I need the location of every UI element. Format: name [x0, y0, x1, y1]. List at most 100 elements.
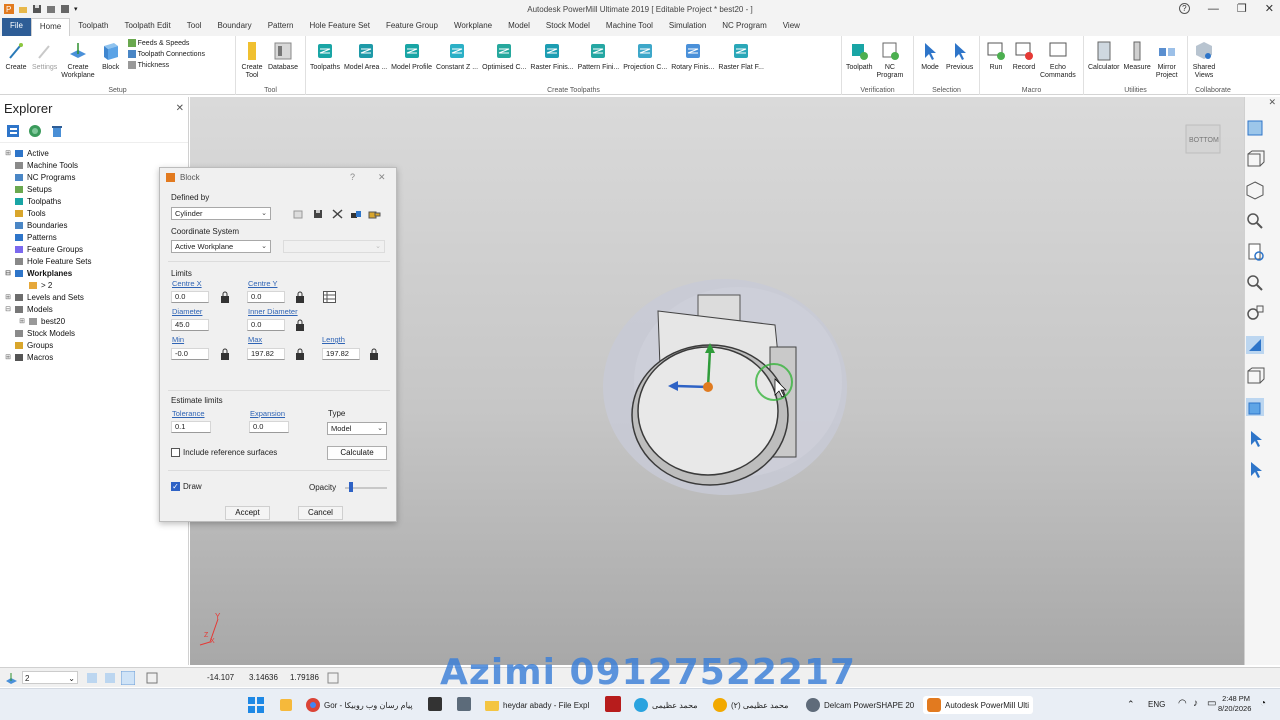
shaded-box-view-icon[interactable] — [1245, 397, 1265, 417]
feeds-speeds-button[interactable]: Feeds & Speeds — [127, 38, 205, 48]
recycle-bin-icon[interactable] — [50, 124, 64, 138]
zoom-in-icon[interactable] — [1245, 273, 1265, 293]
tab-file[interactable]: File — [2, 18, 31, 36]
tab-machine-tool[interactable]: Machine Tool — [598, 18, 661, 36]
pattern-finishing-button[interactable]: Pattern Fini... — [576, 38, 622, 72]
expansion-input[interactable]: 0.0 — [249, 421, 289, 433]
mirror-project-button[interactable]: Mirror Project — [1153, 38, 1181, 80]
selection-previous-button[interactable]: Previous — [944, 38, 975, 72]
macro-record-button[interactable]: Record — [1010, 38, 1038, 72]
inner-diameter-lock-icon[interactable] — [295, 319, 305, 331]
include-reference-checkbox[interactable] — [171, 448, 180, 457]
tab-feature-group[interactable]: Feature Group — [378, 18, 446, 36]
opacity-slider-thumb[interactable] — [349, 482, 354, 492]
taskbar-messenger[interactable]: محمد عظیمی (۲) — [713, 696, 788, 714]
tab-model[interactable]: Model — [500, 18, 538, 36]
constant-z-finishing-button[interactable]: Constant Z ... — [434, 38, 480, 72]
verify-nc-program-button[interactable]: NC Program — [874, 38, 905, 80]
clock[interactable]: 2:48 PM 8/20/2026 — [1218, 694, 1251, 714]
min-input[interactable]: -0.0 — [171, 348, 209, 360]
expand-toggle-icon[interactable]: ⊞ — [18, 317, 26, 325]
rw-app-icon[interactable] — [605, 696, 621, 712]
length-input[interactable]: 197.82 — [322, 348, 360, 360]
settings-button[interactable]: Settings — [30, 38, 59, 72]
rotary-finishing-button[interactable]: Rotary Finis... — [669, 38, 716, 72]
shaded-view-icon[interactable] — [1245, 335, 1265, 355]
close-icon[interactable]: ✕ — [1265, 2, 1274, 15]
zoom-box-icon[interactable] — [1245, 304, 1265, 324]
open-block-icon[interactable] — [293, 209, 303, 219]
expand-toggle-icon[interactable]: ⊞ — [4, 353, 12, 361]
expand-toggle-icon[interactable]: ⊟ — [4, 269, 12, 277]
taskbar-chrome[interactable]: Gor - پیام رسان وب روبیکا — [306, 696, 413, 714]
app-icon[interactable] — [428, 697, 442, 711]
tab-tool[interactable]: Tool — [179, 18, 210, 36]
help-icon[interactable]: ? — [1178, 3, 1190, 14]
min-link[interactable]: Min — [172, 335, 184, 344]
reset-block-icon[interactable] — [332, 209, 343, 219]
taskbar-powershape[interactable]: Delcam PowerSHAPE 20 — [806, 696, 914, 714]
unlock-all-icon[interactable] — [368, 209, 381, 219]
notification-bell-icon[interactable]: ◔ — [1260, 698, 1266, 709]
create-button[interactable]: Create — [2, 38, 30, 72]
taskbar-file-explorer[interactable]: heydar abady - File Expl — [485, 696, 589, 714]
minimize-icon[interactable]: — — [1208, 3, 1219, 15]
table-icon[interactable] — [323, 291, 336, 303]
view-workplane-icon[interactable] — [1245, 118, 1265, 138]
toolpath-connections-button[interactable]: Toolpath Connections — [127, 49, 205, 59]
save-as-icon[interactable] — [60, 4, 70, 14]
inner-diameter-link[interactable]: Inner Diameter — [248, 307, 298, 316]
open-icon[interactable] — [18, 4, 28, 14]
raster-finishing-button[interactable]: Raster Finis... — [528, 38, 575, 72]
tool-database-button[interactable]: Database — [266, 38, 300, 72]
view-cube-icon[interactable] — [1245, 180, 1265, 200]
thickness-button[interactable]: Thickness — [127, 60, 205, 70]
taskbar-telegram[interactable]: محمد عظیمی — [634, 696, 698, 714]
wifi-icon[interactable]: ◠ — [1178, 698, 1187, 709]
taskbar-powermill[interactable]: Autodesk PowerMill Ulti — [923, 696, 1034, 714]
page-refresh-icon[interactable] — [1245, 242, 1265, 262]
accept-button[interactable]: Accept — [225, 506, 270, 520]
create-workplane-button[interactable]: Create Workplane — [59, 38, 96, 80]
centre-y-lock-icon[interactable] — [295, 291, 305, 303]
tab-nc-program[interactable]: NC Program — [714, 18, 774, 36]
block-button[interactable]: Block — [97, 38, 125, 72]
view-iso-icon[interactable] — [1245, 149, 1265, 169]
save-icon[interactable] — [32, 4, 42, 14]
length-link[interactable]: Length — [322, 335, 345, 344]
grid-icon[interactable] — [146, 672, 158, 684]
tab-toolpath-edit[interactable]: Toolpath Edit — [116, 18, 178, 36]
calculate-button[interactable]: Calculate — [327, 446, 387, 460]
project-icon[interactable] — [46, 4, 56, 14]
tree-node[interactable]: ⊞ Active — [0, 147, 188, 159]
expand-toggle-icon[interactable]: ⊟ — [4, 305, 12, 313]
view-toolbar-close-icon[interactable]: ✕ — [1245, 97, 1280, 109]
verify-toolpath-button[interactable]: Toolpath — [844, 38, 874, 72]
echo-commands-button[interactable]: Echo Commands — [1038, 38, 1078, 80]
globe-icon[interactable] — [28, 124, 42, 138]
tab-hole-feature-set[interactable]: Hole Feature Set — [301, 18, 377, 36]
max-input[interactable]: 197.82 — [247, 348, 285, 360]
calculator-button[interactable]: Calculator — [1086, 38, 1122, 72]
explorer-close-icon[interactable]: ✕ — [176, 103, 184, 114]
centre-y-link[interactable]: Centre Y — [248, 279, 277, 288]
type-select[interactable]: Model ⌄ — [327, 422, 387, 435]
model-profile-button[interactable]: Model Profile — [389, 38, 434, 72]
centre-x-lock-icon[interactable] — [220, 291, 230, 303]
tab-home[interactable]: Home — [30, 18, 71, 36]
draw-checkbox[interactable]: ✓ — [171, 482, 180, 491]
expansion-link[interactable]: Expansion — [250, 409, 285, 418]
restore-icon[interactable]: ❐ — [1237, 2, 1247, 15]
tab-pattern[interactable]: Pattern — [260, 18, 302, 36]
snap-grid-icon[interactable] — [104, 672, 116, 684]
tree-view-icon[interactable] — [6, 124, 20, 138]
toolpaths-button[interactable]: Toolpaths — [308, 38, 342, 72]
tolerance-input[interactable]: 0.1 — [171, 421, 211, 433]
workplane-select[interactable]: 2 ⌄ — [22, 671, 78, 684]
dialog-help-icon[interactable]: ? — [350, 172, 355, 182]
status-tool-icon[interactable] — [327, 672, 339, 684]
diameter-link[interactable]: Diameter — [172, 307, 202, 316]
undo-select-icon[interactable] — [1245, 459, 1265, 479]
centre-x-input[interactable]: 0.0 — [171, 291, 209, 303]
tray-chevron-up-icon[interactable]: ⌃ — [1127, 699, 1135, 710]
